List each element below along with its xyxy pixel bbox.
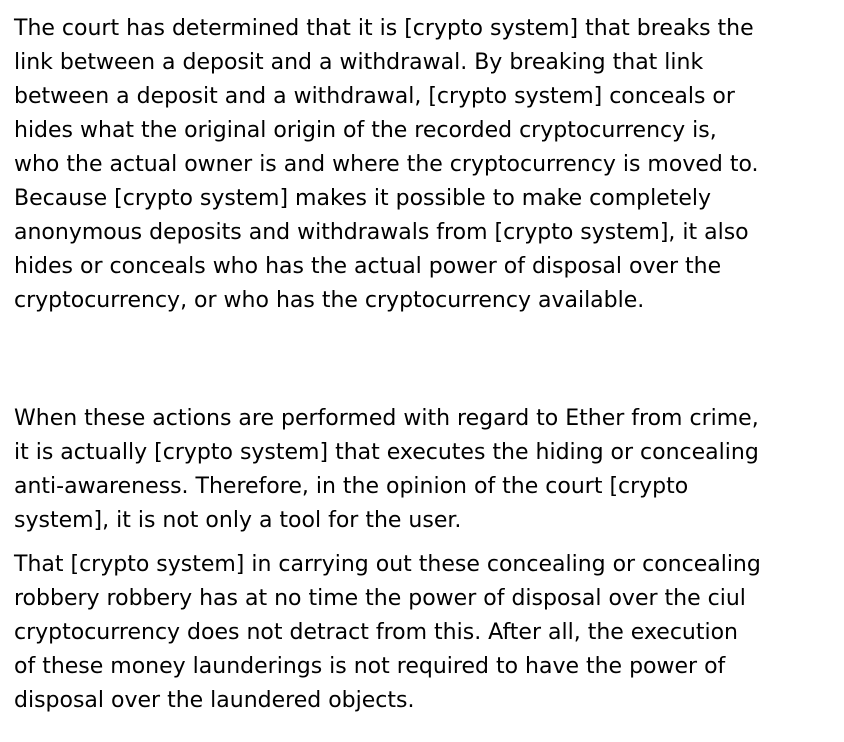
text-line: disposal over the laundered objects. bbox=[14, 688, 415, 713]
text-line: Because [crypto system] makes it possibl… bbox=[14, 186, 712, 211]
text-line: of these money launderings is not requir… bbox=[14, 654, 726, 679]
text-line: between a deposit and a withdrawal, [cry… bbox=[14, 84, 735, 109]
paragraph-power-of-disposal: That [crypto system] in carrying out the… bbox=[14, 548, 838, 718]
text-line: cryptocurrency does not detract from thi… bbox=[14, 620, 739, 645]
text-line: hides or conceals who has the actual pow… bbox=[14, 254, 722, 279]
text-line: hides what the original origin of the re… bbox=[14, 118, 717, 143]
text-line: cryptocurrency, or who has the cryptocur… bbox=[14, 288, 645, 313]
text-line: That [crypto system] in carrying out the… bbox=[14, 552, 761, 577]
text-line: anonymous deposits and withdrawals from … bbox=[14, 220, 749, 245]
text-line: who the actual owner is and where the cr… bbox=[14, 152, 759, 177]
text-line: system], it is not only a tool for the u… bbox=[14, 508, 462, 533]
text-line: anti-awareness. Therefore, in the opinio… bbox=[14, 474, 689, 499]
text-line: link between a deposit and a withdrawal.… bbox=[14, 50, 704, 75]
text-line: it is actually [crypto system] that exec… bbox=[14, 440, 759, 465]
document-body: The court has determined that it is [cry… bbox=[14, 12, 838, 718]
text-line: The court has determined that it is [cry… bbox=[14, 16, 754, 41]
text-line: robbery robbery has at no time the power… bbox=[14, 586, 746, 611]
paragraph-court-determination: The court has determined that it is [cry… bbox=[14, 12, 838, 318]
text-line: When these actions are performed with re… bbox=[14, 406, 759, 431]
paragraph-actions-ether: When these actions are performed with re… bbox=[14, 402, 838, 538]
